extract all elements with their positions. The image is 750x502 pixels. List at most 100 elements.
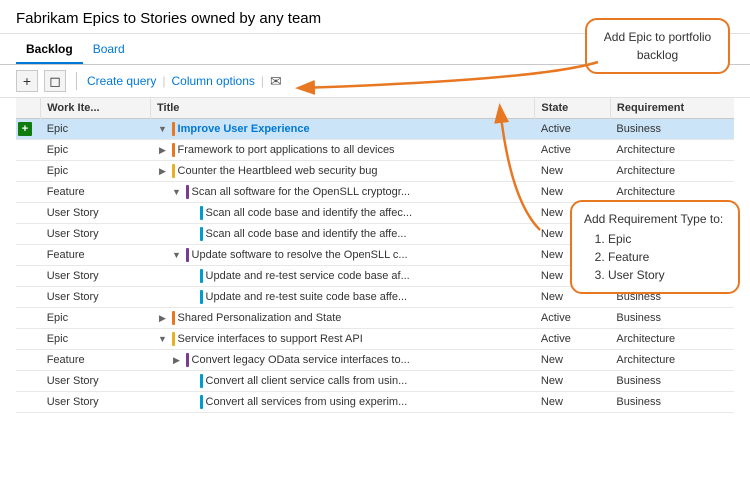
row-title-cell[interactable]: ▶Framework to port applications to all d… bbox=[151, 140, 535, 161]
row-title-cell[interactable]: ▼Service interfaces to support Rest API bbox=[151, 329, 535, 350]
row-title-text: Scan all software for the OpenSLL crypto… bbox=[192, 186, 411, 198]
row-title-cell[interactable]: Scan all code base and identify the affe… bbox=[151, 224, 535, 245]
row-title-cell[interactable]: ▼ Scan all software for the OpenSLL crypt… bbox=[151, 182, 535, 203]
row-title-text: Convert all client service calls from us… bbox=[206, 375, 408, 387]
row-requirement: Business bbox=[610, 224, 734, 245]
toolbar-separator-1 bbox=[76, 72, 77, 90]
table-row[interactable]: Feature ▼ Scan all software for the OpenSL… bbox=[16, 182, 734, 203]
row-title-cell[interactable]: Update and re-test suite code base affe.… bbox=[151, 287, 535, 308]
row-title-text: Convert legacy OData service interfaces … bbox=[192, 354, 410, 366]
row-requirement: Business bbox=[610, 392, 734, 413]
row-title-cell[interactable]: Convert all services from using experim.… bbox=[151, 392, 535, 413]
row-state: New bbox=[535, 245, 611, 266]
row-expand-button[interactable]: ▼ bbox=[157, 333, 169, 345]
row-expand-button[interactable]: ▶ bbox=[157, 165, 169, 177]
row-add-cell: + bbox=[16, 119, 41, 140]
row-workitem-type: User Story bbox=[41, 266, 151, 287]
row-workitem-type: User Story bbox=[41, 287, 151, 308]
app-wrapper: Fabrikam Epics to Stories owned by any t… bbox=[0, 0, 750, 413]
row-requirement: Business bbox=[610, 308, 734, 329]
table-row[interactable]: User Story Update and re-test service cod… bbox=[16, 266, 734, 287]
tabs-bar: Backlog Board bbox=[0, 34, 750, 65]
row-title-cell[interactable]: ▶Counter the Heartbleed web security bug bbox=[151, 161, 535, 182]
backlog-table-area: Work Ite... Title State Requirement + Epi… bbox=[0, 98, 750, 413]
row-color-indicator bbox=[172, 311, 175, 325]
row-title-cell[interactable]: ▶ Shared Personalization and State bbox=[151, 308, 535, 329]
add-backlog-button[interactable]: + bbox=[16, 70, 38, 92]
table-row[interactable]: User StoryScan all code base and identif… bbox=[16, 203, 734, 224]
row-requirement: Business bbox=[610, 371, 734, 392]
table-row[interactable]: +Epic▼Improve User ExperienceActiveBusin… bbox=[16, 119, 734, 140]
row-state: New bbox=[535, 371, 611, 392]
row-workitem-type: Epic bbox=[41, 140, 151, 161]
row-add-cell bbox=[16, 266, 41, 287]
row-title-cell[interactable]: Convert all client service calls from us… bbox=[151, 371, 535, 392]
row-title-cell[interactable]: ▼Update software to resolve the OpenSLL … bbox=[151, 245, 535, 266]
row-add-cell bbox=[16, 350, 41, 371]
row-workitem-type: User Story bbox=[41, 224, 151, 245]
row-requirement: Business bbox=[610, 266, 734, 287]
row-requirement: Business bbox=[610, 287, 734, 308]
row-add-cell bbox=[16, 392, 41, 413]
row-add-cell bbox=[16, 161, 41, 182]
table-row[interactable]: Feature▼Update software to resolve the O… bbox=[16, 245, 734, 266]
row-title-text: Shared Personalization and State bbox=[178, 312, 342, 324]
row-requirement: Business bbox=[610, 203, 734, 224]
mail-icon[interactable]: ✉ bbox=[270, 73, 282, 90]
row-expand-button[interactable]: ▼ bbox=[157, 123, 169, 135]
row-title-text: Convert all services from using experim.… bbox=[206, 396, 408, 408]
create-query-link[interactable]: Create query bbox=[87, 74, 156, 88]
row-expand-button[interactable]: ▼ bbox=[171, 186, 183, 198]
table-row[interactable]: Epic▶Framework to port applications to a… bbox=[16, 140, 734, 161]
row-add-cell bbox=[16, 182, 41, 203]
row-requirement: Architecture bbox=[610, 329, 734, 350]
row-add-button[interactable]: + bbox=[18, 122, 32, 136]
row-workitem-type: Feature bbox=[41, 182, 151, 203]
th-workitem[interactable]: Work Ite... bbox=[41, 98, 151, 119]
row-add-cell bbox=[16, 140, 41, 161]
row-add-cell bbox=[16, 203, 41, 224]
collapse-button[interactable]: ◻ bbox=[44, 70, 66, 92]
th-title[interactable]: Title bbox=[151, 98, 535, 119]
row-color-indicator bbox=[172, 332, 175, 346]
row-title-text: Update and re-test service code base af.… bbox=[206, 270, 410, 282]
row-workitem-type: Epic bbox=[41, 119, 151, 140]
row-expand-button[interactable]: ▶ bbox=[157, 312, 169, 324]
row-expand-button[interactable]: ▶ bbox=[157, 144, 169, 156]
tab-board[interactable]: Board bbox=[83, 38, 135, 64]
row-title-cell[interactable]: ▶ Convert legacy OData service interfaces… bbox=[151, 350, 535, 371]
row-state: New bbox=[535, 287, 611, 308]
table-row[interactable]: Feature▶Convert legacy OData service int… bbox=[16, 350, 734, 371]
row-color-indicator bbox=[200, 374, 203, 388]
table-row[interactable]: Epic▼Service interfaces to support Rest … bbox=[16, 329, 734, 350]
row-workitem-type: Epic bbox=[41, 308, 151, 329]
row-state: New bbox=[535, 266, 611, 287]
backlog-table: Work Ite... Title State Requirement + Epi… bbox=[16, 98, 734, 413]
table-row[interactable]: User StoryConvert all client service cal… bbox=[16, 371, 734, 392]
row-color-indicator bbox=[200, 269, 203, 283]
tab-backlog[interactable]: Backlog bbox=[16, 38, 83, 64]
page-title: Fabrikam Epics to Stories owned by any t… bbox=[16, 10, 321, 27]
row-title-cell[interactable]: ▼ Improve User Experience bbox=[151, 119, 535, 140]
table-row[interactable]: User Story Update and re-test suite code … bbox=[16, 287, 734, 308]
th-state[interactable]: State bbox=[535, 98, 611, 119]
table-row[interactable]: User Story Scan all code base and identif… bbox=[16, 224, 734, 245]
th-requirement[interactable]: Requirement bbox=[610, 98, 734, 119]
row-add-cell bbox=[16, 308, 41, 329]
row-title-text: Improve User Experience bbox=[178, 123, 310, 135]
row-title-text: Scan all code base and identify the affe… bbox=[206, 228, 407, 240]
row-title-cell[interactable]: Update and re-test service code base af.… bbox=[151, 266, 535, 287]
row-title-text: Update and re-test suite code base affe.… bbox=[206, 291, 408, 303]
row-state: New bbox=[535, 350, 611, 371]
row-title-cell[interactable]: Scan all code base and identify the affe… bbox=[151, 203, 535, 224]
row-requirement: Business bbox=[610, 119, 734, 140]
table-row[interactable]: Epic▶Shared Personalization and StateAct… bbox=[16, 308, 734, 329]
column-options-link[interactable]: Column options bbox=[172, 74, 255, 88]
row-expand-button[interactable]: ▶ bbox=[171, 354, 183, 366]
row-expand-button[interactable]: ▼ bbox=[171, 249, 183, 261]
table-row[interactable]: User StoryConvert all services from usin… bbox=[16, 392, 734, 413]
row-color-indicator bbox=[200, 395, 203, 409]
row-requirement: Architecture bbox=[610, 182, 734, 203]
table-row[interactable]: Epic▶Counter the Heartbleed web security… bbox=[16, 161, 734, 182]
row-add-cell bbox=[16, 329, 41, 350]
